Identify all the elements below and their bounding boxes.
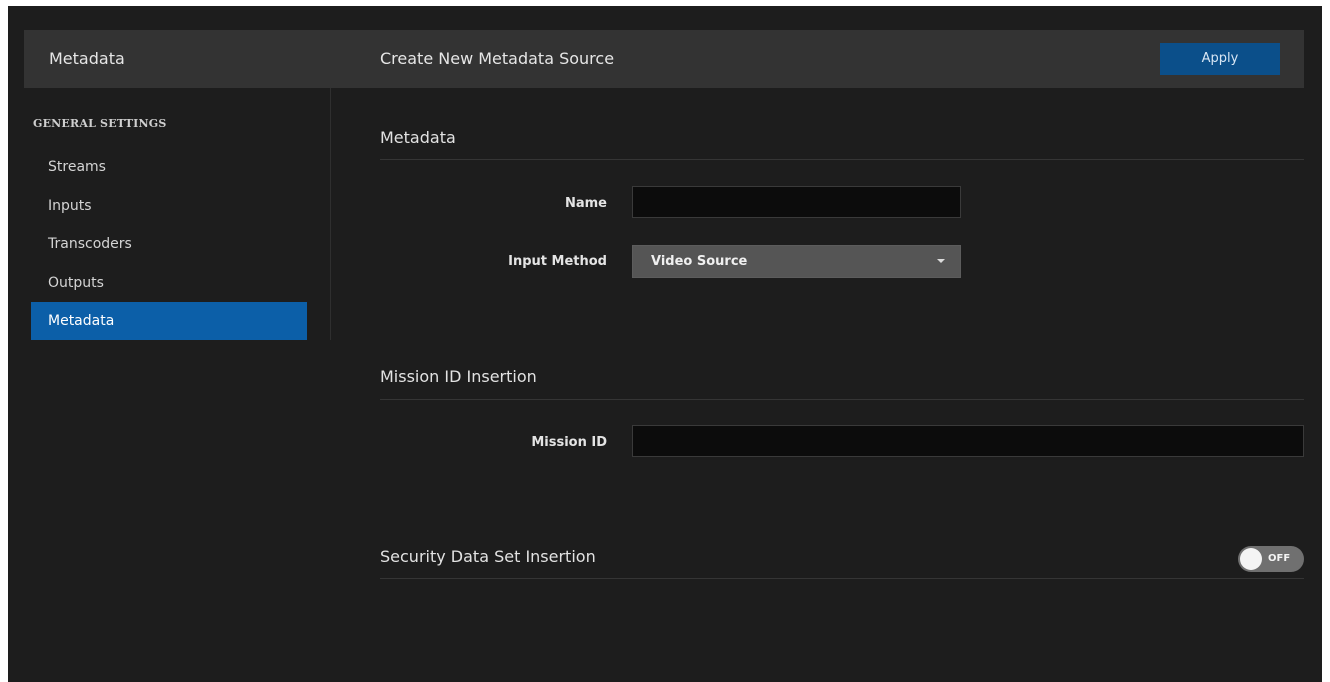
section-divider	[380, 159, 1304, 160]
page-title: Create New Metadata Source	[380, 49, 615, 68]
section-title-metadata: Metadata	[380, 128, 456, 147]
sidebar-heading: GENERAL SETTINGS	[33, 117, 167, 130]
input-method-select[interactable]: Video Source	[632, 245, 961, 278]
sidebar-item-inputs[interactable]: Inputs	[31, 187, 307, 225]
section-title-mission: Mission ID Insertion	[380, 367, 537, 386]
apply-button[interactable]: Apply	[1160, 43, 1280, 75]
mission-id-label: Mission ID	[531, 435, 607, 450]
name-label: Name	[564, 196, 607, 211]
app-title: Metadata	[49, 49, 125, 68]
sidebar-item-outputs[interactable]: Outputs	[31, 264, 307, 302]
sidebar-divider	[330, 88, 331, 340]
name-input[interactable]	[632, 186, 961, 218]
input-method-value: Video Source	[651, 254, 748, 269]
header-bar: Metadata Create New Metadata Source Appl…	[24, 30, 1304, 88]
sidebar-item-metadata[interactable]: Metadata	[31, 302, 307, 340]
mission-id-input[interactable]	[632, 425, 1304, 457]
toggle-state-label: OFF	[1268, 553, 1291, 564]
sidebar-item-streams[interactable]: Streams	[31, 148, 307, 186]
caret-down-icon	[937, 259, 945, 263]
security-toggle[interactable]: OFF	[1238, 546, 1304, 572]
toggle-knob	[1240, 548, 1262, 570]
sidebar: GENERAL SETTINGS Streams Inputs Transcod…	[24, 88, 330, 340]
section-title-security: Security Data Set Insertion	[380, 547, 596, 566]
section-divider	[380, 399, 1304, 400]
input-method-label: Input Method	[508, 254, 607, 269]
section-divider	[380, 578, 1304, 579]
sidebar-item-transcoders[interactable]: Transcoders	[31, 225, 307, 263]
